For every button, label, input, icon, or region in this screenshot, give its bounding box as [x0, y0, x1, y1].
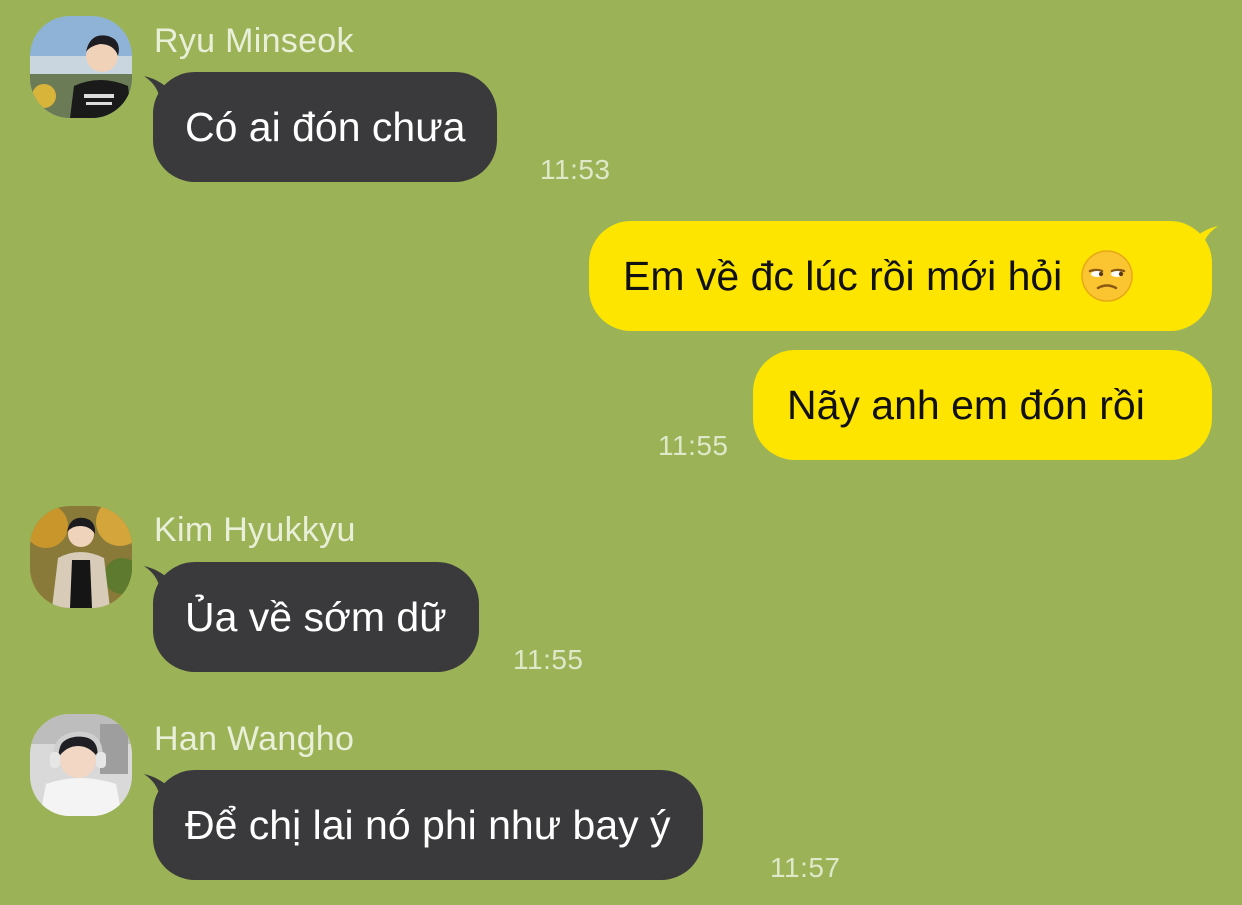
chat-window: Ryu Minseok Có ai đón chưa 11:53 Em về đ…: [0, 0, 1242, 905]
message-text: Nãy anh em đón rồi: [787, 381, 1145, 428]
avatar-kim-hyukkyu[interactable]: [30, 506, 132, 608]
message-bubble-incoming[interactable]: Có ai đón chưa: [153, 72, 498, 182]
message-timestamp: 11:53: [540, 154, 611, 185]
message-text: Ủa về sớm dữ: [185, 593, 447, 640]
message-text: Có ai đón chưa: [185, 103, 466, 150]
message-text: Để chị lai nó phi như bay ý: [185, 801, 671, 848]
message-timestamp: 11:55: [513, 644, 584, 675]
sender-name: Ryu Minseok: [154, 22, 354, 60]
unamused-face-icon: [1080, 249, 1134, 303]
sender-name: Han Wangho: [154, 720, 355, 758]
avatar-han-wangho[interactable]: [30, 714, 132, 816]
message-bubble-incoming[interactable]: Để chị lai nó phi như bay ý: [153, 770, 703, 880]
message-timestamp: 11:55: [658, 430, 729, 461]
message-bubble-outgoing[interactable]: Nãy anh em đón rồi: [753, 350, 1212, 460]
message-bubble-outgoing[interactable]: Em về đc lúc rồi mới hỏi: [589, 221, 1212, 331]
sender-name: Kim Hyukkyu: [154, 511, 356, 549]
message-bubble-incoming[interactable]: Ủa về sớm dữ: [153, 562, 479, 672]
avatar-ryu-minseok[interactable]: [30, 16, 132, 118]
message-timestamp: 11:57: [770, 852, 841, 883]
message-text: Em về đc lúc rồi mới hỏi: [623, 252, 1063, 299]
